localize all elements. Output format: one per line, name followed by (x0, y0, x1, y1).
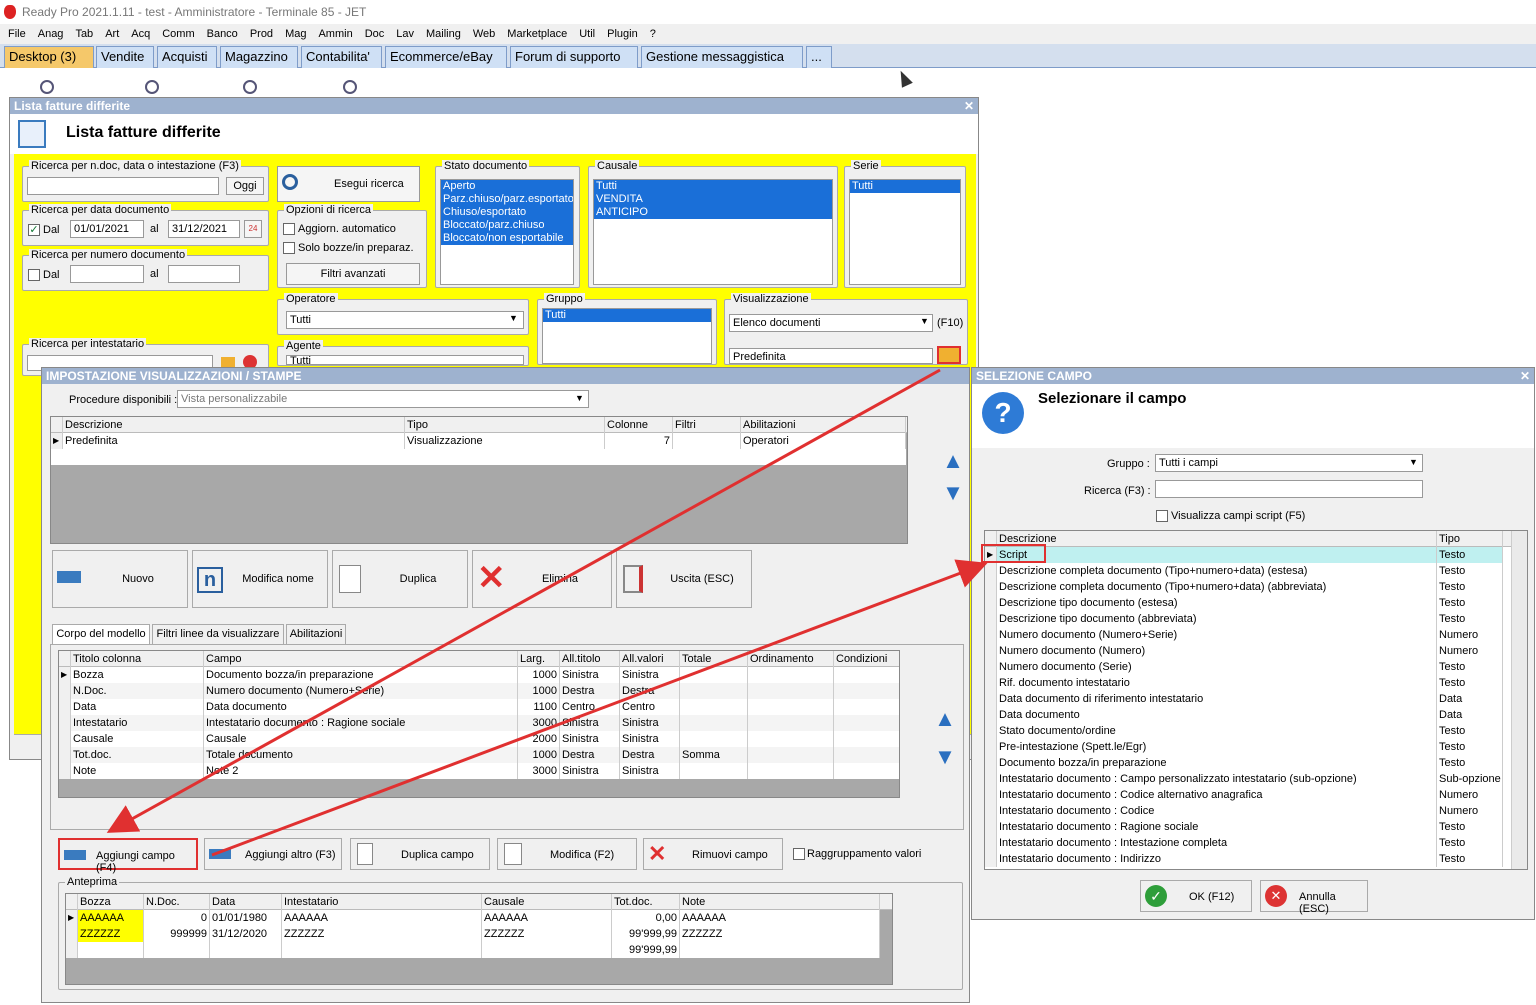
annotation-arrows (106, 368, 1046, 857)
arrow-to-aggiungi (106, 368, 941, 833)
highlight-script (981, 544, 1046, 563)
